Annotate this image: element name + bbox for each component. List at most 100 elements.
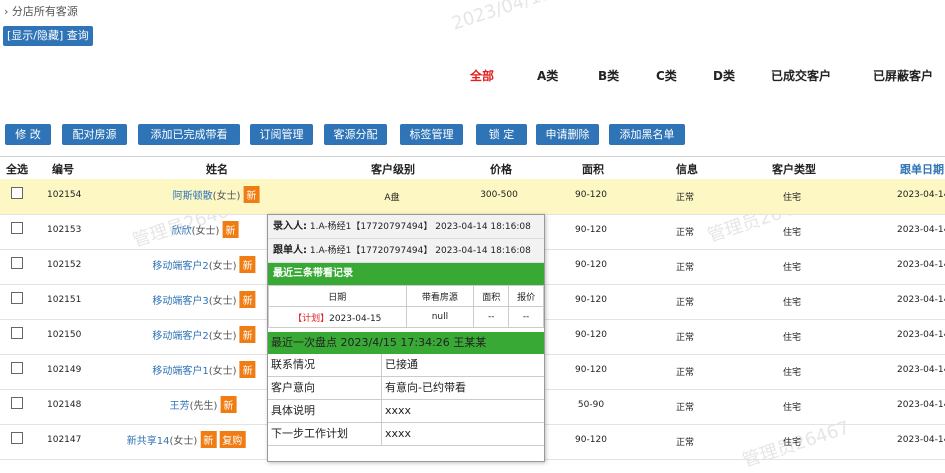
tab-blocked[interactable]: 已屏蔽客户 bbox=[873, 67, 933, 84]
customer-gender: (女士) bbox=[208, 261, 237, 272]
rv-col-house: 带看房源 bbox=[405, 285, 475, 307]
rv-col-area: 面积 bbox=[473, 285, 510, 307]
customer-name-cell: 移动端客户1(女士) 新 bbox=[152, 361, 256, 379]
tag-manage-button[interactable]: 标签管理 bbox=[400, 124, 463, 145]
rv-area: -- bbox=[473, 306, 510, 328]
customer-name-link[interactable]: 欣欣 bbox=[172, 226, 192, 237]
last-check-bar: 最近一次盘点 2023/4/15 17:34:26 王某某 bbox=[268, 332, 544, 354]
entry-label: 录入人: bbox=[273, 221, 307, 232]
customer-name-link[interactable]: 阿斯顿散 bbox=[173, 191, 213, 202]
row-checkbox[interactable] bbox=[11, 397, 23, 409]
tab-d[interactable]: D类 bbox=[713, 67, 735, 84]
match-property-button[interactable]: 配对房源 bbox=[62, 124, 127, 145]
customer-gender: (女士) bbox=[191, 226, 220, 237]
customer-name-link[interactable]: 移动端客户1 bbox=[152, 366, 208, 377]
select-all[interactable]: 全选 bbox=[6, 161, 28, 177]
customer-id: 102149 bbox=[47, 365, 82, 375]
customer-gender: (女士) bbox=[208, 366, 237, 377]
follow-date: 2023-04-14 bbox=[897, 330, 945, 340]
subscription-button[interactable]: 订阅管理 bbox=[250, 124, 313, 145]
customer-id: 102147 bbox=[47, 435, 82, 445]
new-badge[interactable]: 新 bbox=[220, 396, 237, 413]
customer-area: 90-120 bbox=[575, 260, 607, 270]
add-viewing-button[interactable]: 添加已完成带看 bbox=[138, 124, 240, 145]
row-checkbox[interactable] bbox=[11, 292, 23, 304]
tab-all[interactable]: 全部 bbox=[470, 67, 494, 84]
row-checkbox[interactable] bbox=[11, 327, 23, 339]
row-checkbox[interactable] bbox=[11, 187, 23, 199]
new-badge[interactable]: 新 bbox=[200, 431, 217, 448]
customer-type: 住宅 bbox=[782, 228, 802, 238]
customer-info: 正常 bbox=[675, 403, 695, 413]
tab-c[interactable]: C类 bbox=[656, 67, 677, 84]
tab-a[interactable]: A类 bbox=[537, 67, 558, 84]
new-badge[interactable]: 新 bbox=[222, 221, 239, 238]
follow-date: 2023-04-14 bbox=[897, 295, 945, 305]
customer-area: 90-120 bbox=[575, 365, 607, 375]
customer-info: 正常 bbox=[675, 333, 695, 343]
rv-col-price: 报价 bbox=[508, 285, 544, 307]
recent-viewings-title: 最近三条带看记录 bbox=[268, 263, 544, 285]
customer-name-link[interactable]: 王芳 bbox=[170, 401, 190, 412]
customer-name-cell: 移动端客户2(女士) 新 bbox=[152, 326, 256, 344]
col-name: 姓名 bbox=[206, 163, 228, 176]
lock-button[interactable]: 锁 定 bbox=[476, 124, 527, 145]
new-badge[interactable]: 新 bbox=[239, 326, 256, 343]
follow-label: 跟单人: bbox=[273, 245, 307, 256]
rv-col-date: 日期 bbox=[268, 285, 407, 307]
table-row[interactable]: 102154 A盘 300-500 90-120 正常 住宅 2023-04-14 阿斯顿散(… bbox=[0, 179, 945, 215]
col-follow-date[interactable]: 跟单日期 bbox=[900, 161, 944, 177]
follow-info: 跟单人: 1.A-杨经1【17720797494】 2023-04-14 18:… bbox=[268, 239, 544, 263]
watermark-date: 2023/04/15 bbox=[449, 0, 555, 35]
customer-detail-popup: 录入人: 1.A-杨经1【17720797494】 2023-04-14 18:… bbox=[267, 214, 545, 462]
row-checkbox[interactable] bbox=[11, 362, 23, 374]
rv-row: 【计划】2023-04-15 null -- -- bbox=[268, 306, 544, 328]
add-blacklist-button[interactable]: 添加黑名单 bbox=[609, 124, 685, 145]
entry-info: 录入人: 1.A-杨经1【17720797494】 2023-04-14 18:… bbox=[268, 215, 544, 239]
edit-button[interactable]: 修 改 bbox=[5, 124, 51, 145]
row-checkbox[interactable] bbox=[11, 432, 23, 444]
customer-type: 住宅 bbox=[782, 193, 802, 203]
follow-date: 2023-04-14 bbox=[897, 190, 945, 200]
customer-name-link[interactable]: 移动端客户3 bbox=[152, 296, 208, 307]
customer-info: 正常 bbox=[675, 263, 695, 273]
category-tabs: 全部 A类 B类 C类 D类 已成交客户 已屏蔽客户 bbox=[0, 67, 945, 85]
breadcrumb: › 分店所有客源 bbox=[4, 5, 78, 18]
customer-info: 正常 bbox=[675, 298, 695, 308]
customer-name-cell: 移动端客户2(女士) 新 bbox=[152, 256, 256, 274]
customer-name-link[interactable]: 新共享14 bbox=[127, 436, 170, 447]
assign-button[interactable]: 客源分配 bbox=[324, 124, 387, 145]
new-badge[interactable]: 新 bbox=[239, 256, 256, 273]
customer-type: 住宅 bbox=[782, 368, 802, 378]
tab-closed[interactable]: 已成交客户 bbox=[771, 67, 831, 84]
customer-id: 102148 bbox=[47, 400, 82, 410]
customer-name-link[interactable]: 移动端客户2 bbox=[152, 331, 208, 342]
customer-area: 90-120 bbox=[575, 295, 607, 305]
customer-type: 住宅 bbox=[782, 333, 802, 343]
row-checkbox[interactable] bbox=[11, 257, 23, 269]
customer-area: 90-120 bbox=[575, 435, 607, 445]
customer-level: A盘 bbox=[384, 193, 400, 203]
col-area: 面积 bbox=[582, 163, 604, 176]
customer-area: 90-120 bbox=[575, 190, 607, 200]
customer-id: 102152 bbox=[47, 260, 82, 270]
customer-name-link[interactable]: 移动端客户2 bbox=[152, 261, 208, 272]
customer-gender: (女士) bbox=[208, 331, 237, 342]
new-badge[interactable]: 新 bbox=[243, 186, 260, 203]
row-checkbox[interactable] bbox=[11, 222, 23, 234]
repurchase-badge[interactable]: 复购 bbox=[219, 431, 246, 448]
col-price: 价格 bbox=[490, 163, 512, 176]
request-delete-button[interactable]: 申请删除 bbox=[536, 124, 599, 145]
new-badge[interactable]: 新 bbox=[239, 361, 256, 378]
customer-info: 正常 bbox=[675, 228, 695, 238]
customer-price: 300-500 bbox=[480, 190, 518, 200]
customer-type: 住宅 bbox=[782, 263, 802, 273]
follow-date: 2023-04-14 bbox=[897, 435, 945, 445]
customer-name-cell: 移动端客户3(女士) 新 bbox=[152, 291, 256, 309]
customer-info: 正常 bbox=[675, 368, 695, 378]
new-badge[interactable]: 新 bbox=[239, 291, 256, 308]
tab-b[interactable]: B类 bbox=[598, 67, 619, 84]
col-type: 客户类型 bbox=[772, 163, 816, 176]
customer-name-cell: 欣欣(女士) 新 bbox=[172, 221, 239, 239]
toggle-search-button[interactable]: [显示/隐藏] 查询 bbox=[3, 26, 93, 46]
